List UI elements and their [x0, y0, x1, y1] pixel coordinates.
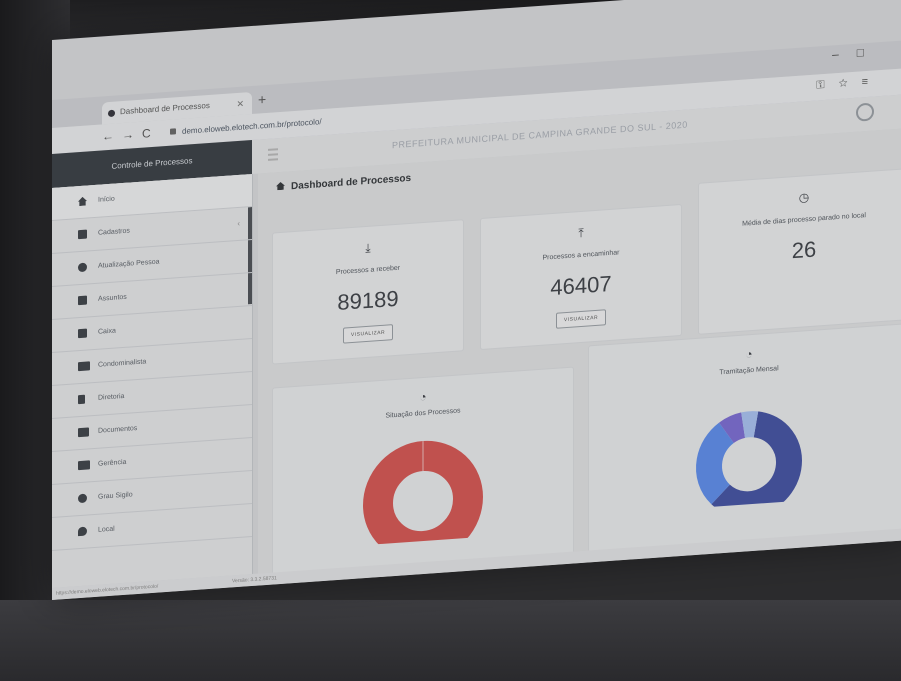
menu-toggle-icon[interactable]: [268, 148, 278, 161]
language-code: POR: [828, 551, 842, 559]
sidebar-item-label: Cadastros: [98, 227, 130, 237]
card-value: 26: [791, 236, 817, 264]
map-pin-icon: [78, 526, 87, 537]
language-indicator[interactable]: POR PTB2: [827, 551, 842, 570]
sidebar-item-label: Gerência: [98, 458, 127, 468]
chevron-left-icon: ‹: [237, 218, 240, 229]
card-label: Média de dias processo parado no local: [742, 212, 866, 228]
card-processos-a-receber: ⤓ Processos a receber 89189 VISUALIZAR: [272, 219, 464, 365]
shield-icon: [78, 493, 87, 504]
sidebar-item-label: Condominalista: [98, 358, 147, 369]
sidebar-item-label: Caixa: [98, 327, 116, 336]
card-processos-a-encaminhar: ⤒ Processos a encaminhar 46407 VISUALIZA…: [480, 203, 682, 351]
taskbar-clock[interactable]: 16:17 07/04/2020: [862, 547, 892, 567]
page-title: Dashboard de Processos: [276, 173, 411, 193]
sidebar-item-label: Diretoria: [98, 392, 125, 402]
inbox-icon: [78, 328, 87, 339]
main-content: Dashboard de Processos ⤓ Processos a rec…: [258, 127, 901, 580]
download-icon: ⤓: [365, 240, 371, 256]
list-icon: [78, 295, 87, 306]
new-tab-icon[interactable]: +: [258, 91, 266, 108]
card-value: 89189: [337, 285, 399, 316]
sidebar: Início Cadastros ‹ Atualização Pessoa As…: [52, 173, 253, 589]
home-icon: [276, 182, 285, 191]
card-icon: [78, 460, 90, 471]
user-avatar-icon[interactable]: [856, 102, 874, 122]
donut-chart: [363, 440, 483, 546]
browser-tab-title: Dashboard de Processos: [120, 100, 210, 117]
favicon-icon: [108, 109, 115, 118]
card-label: Processos a encaminhar: [542, 249, 620, 262]
projected-screen: Dashboard de Processos ✕ + –□ ←→C demo.e…: [52, 0, 901, 601]
close-tab-icon[interactable]: ✕: [236, 93, 244, 116]
room-background-bottom: [0, 600, 901, 681]
chart-situacao-dos-processos: ◔ Situação dos Processos: [272, 366, 574, 580]
window-controls[interactable]: –□: [832, 44, 882, 61]
card-value: 46407: [550, 270, 612, 301]
building-icon: [78, 394, 85, 405]
lock-icon: [170, 128, 176, 135]
chart-tramitacao-mensal: ◔ Tramitação Mensal: [588, 323, 901, 558]
keyboard-layout: PTB2: [826, 560, 842, 568]
sidebar-item-label: Assuntos: [98, 293, 127, 303]
nav-buttons[interactable]: ←→C: [102, 126, 159, 144]
page-title-text: Dashboard de Processos: [291, 172, 412, 193]
folder-icon: [78, 427, 89, 438]
users-icon: [78, 262, 87, 273]
id-card-icon: [78, 361, 90, 372]
sidebar-item-label: Início: [98, 195, 115, 204]
sidebar-item-label: Grau Sigilo: [98, 491, 133, 501]
donut-chart: [696, 411, 802, 510]
clock-time: 16:17: [876, 548, 892, 556]
sidebar-item-label: Documentos: [98, 425, 138, 435]
card-label: Processos a receber: [335, 264, 401, 277]
visualizar-button[interactable]: VISUALIZAR: [555, 309, 607, 329]
sidebar-item-label: Local: [98, 525, 115, 534]
file-icon: [78, 229, 87, 240]
upload-icon: ⤒: [578, 225, 584, 241]
clock-icon: ◷: [798, 190, 810, 205]
browser-toolbar-icons[interactable]: ⚿☆≡: [816, 75, 882, 93]
sidebar-item-label: Atualização Pessoa: [98, 258, 160, 270]
url-text: demo.eloweb.elotech.com.br/protocolo/: [182, 117, 322, 136]
clock-date: 07/04/2020: [861, 557, 892, 566]
card-media-dias: ◷ Média de dias processo parado no local…: [698, 168, 901, 335]
home-icon: [78, 197, 87, 207]
visualizar-button[interactable]: VISUALIZAR: [342, 324, 394, 344]
